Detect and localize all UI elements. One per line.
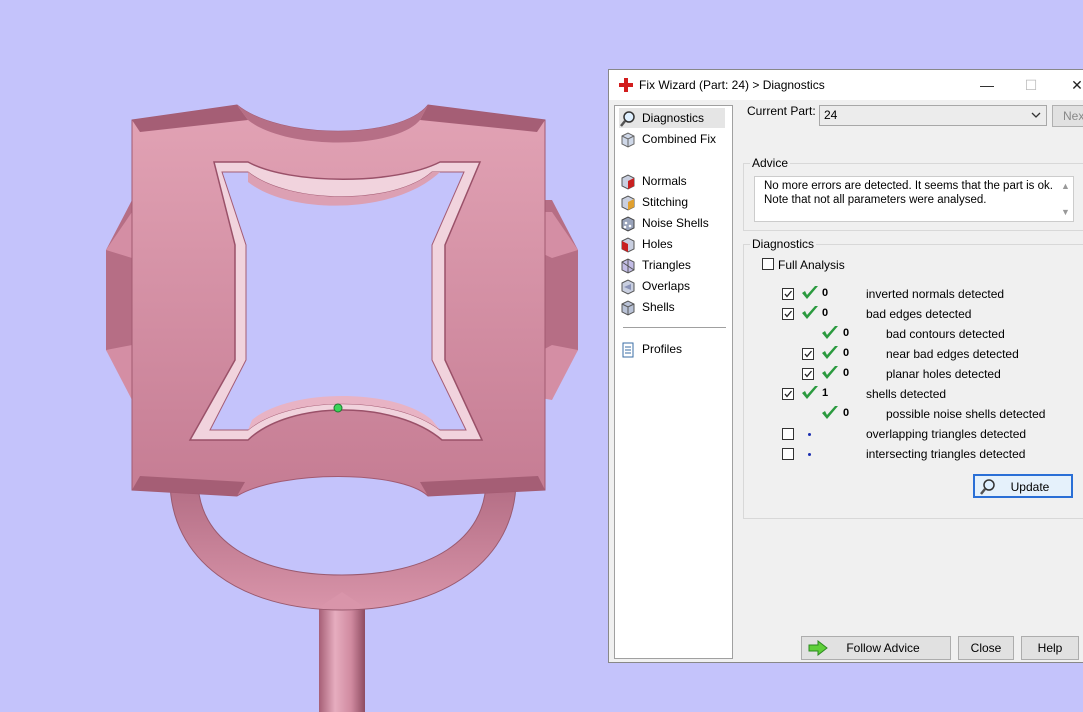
shells-checkbox[interactable] [782, 388, 794, 400]
close-window-button[interactable]: ✕ [1067, 75, 1083, 95]
next-button[interactable]: Next [1052, 105, 1083, 127]
nav-label-combined-fix: Combined Fix [642, 132, 717, 146]
title-bar[interactable]: Fix Wizard (Part: 24) > Diagnostics — ☐ … [609, 70, 1083, 100]
fix-wizard-dialog: Fix Wizard (Part: 24) > Diagnostics — ☐ … [608, 69, 1083, 663]
green-check-icon [822, 326, 838, 339]
advice-title: Advice [750, 156, 791, 170]
normals-cube-icon [621, 174, 635, 190]
scroll-down-icon[interactable]: ▼ [1061, 205, 1070, 219]
nav-label-profiles: Profiles [642, 342, 683, 356]
stitching-cube-icon [621, 195, 635, 211]
planar-holes-count: 0 [843, 367, 850, 379]
green-check-icon [822, 366, 838, 379]
advice-scrollbar[interactable]: ▲ ▼ [1057, 177, 1073, 221]
nav-label-holes: Holes [642, 237, 673, 251]
advice-text-box: No more errors are detected. It seems th… [754, 176, 1074, 222]
intersecting-triangles-label: intersecting triangles detected [866, 447, 1026, 461]
nav-label-diagnostics: Diagnostics [642, 111, 705, 125]
nav-item-overlaps[interactable]: Overlaps [619, 276, 690, 296]
bad-edges-label: bad edges detected [866, 307, 972, 321]
green-check-icon [802, 286, 818, 299]
nav-label-stitching: Stitching [642, 195, 689, 209]
close-button[interactable]: Close [958, 636, 1014, 660]
near-bad-edges-count: 0 [843, 347, 850, 359]
bad-edges-checkbox[interactable] [782, 308, 794, 320]
bad-contours-count: 0 [843, 327, 850, 339]
magnifier-icon [620, 111, 635, 127]
green-check-icon [802, 386, 818, 399]
current-part-label: Current Part: [747, 104, 816, 118]
near-bad-edges-label: near bad edges detected [886, 347, 1019, 361]
green-check-icon [802, 306, 818, 319]
red-cross-icon [619, 78, 633, 92]
green-arrow-icon [808, 640, 828, 656]
cube-icon [621, 132, 635, 148]
nav-label-overlaps: Overlaps [642, 279, 691, 293]
nav-item-stitching[interactable]: Stitching [619, 192, 688, 212]
nav-item-triangles[interactable]: Triangles [619, 255, 691, 275]
planar-holes-label: planar holes detected [886, 367, 1001, 381]
nav-item-diagnostics[interactable]: Diagnostics [619, 108, 725, 128]
minimize-button[interactable]: — [977, 75, 997, 95]
pink-part-model[interactable] [106, 104, 578, 712]
triangles-cube-icon [621, 258, 635, 274]
full-analysis-checkbox[interactable] [762, 258, 774, 270]
window-title: Fix Wizard (Part: 24) > Diagnostics [639, 78, 825, 92]
wizard-nav-panel: Diagnostics Combined Fix Normals Stitchi… [614, 105, 733, 659]
nav-label-shells: Shells [642, 300, 675, 314]
nav-item-shells[interactable]: Shells [619, 297, 675, 317]
noise-shells-label: possible noise shells detected [886, 407, 1046, 421]
nav-label-normals: Normals [642, 174, 687, 188]
chevron-down-icon [1031, 112, 1041, 118]
inverted-normals-checkbox[interactable] [782, 288, 794, 300]
advice-text-line-1: No more errors are detected. It seems th… [764, 180, 1053, 192]
shells-count: 1 [822, 387, 829, 399]
nav-item-noise-shells[interactable]: Noise Shells [619, 213, 709, 233]
magnifier-icon [980, 479, 995, 495]
noise-shells-count: 0 [843, 407, 850, 419]
current-part-dropdown[interactable]: 24 [819, 105, 1047, 126]
inverted-normals-label: inverted normals detected [866, 287, 1005, 301]
pending-dot-icon [808, 433, 811, 436]
diagnostics-title: Diagnostics [750, 237, 817, 251]
intersecting-triangles-checkbox[interactable] [782, 448, 794, 460]
update-button[interactable]: Update [973, 474, 1073, 498]
nav-item-normals[interactable]: Normals [619, 171, 687, 191]
bad-edges-count: 0 [822, 307, 829, 319]
near-bad-edges-checkbox[interactable] [802, 348, 814, 360]
follow-advice-button[interactable]: Follow Advice [801, 636, 951, 660]
noise-shells-icon [621, 216, 635, 232]
nav-label-triangles: Triangles [642, 258, 691, 272]
planar-holes-checkbox[interactable] [802, 368, 814, 380]
pending-dot-icon [808, 453, 811, 456]
bad-contours-label: bad contours detected [886, 327, 1005, 341]
full-analysis-label: Full Analysis [778, 258, 845, 272]
nav-separator [623, 327, 726, 328]
overlapping-triangles-checkbox[interactable] [782, 428, 794, 440]
nav-item-profiles[interactable]: Profiles [619, 339, 682, 359]
overlaps-cube-icon [621, 279, 635, 295]
maximize-button[interactable]: ☐ [1021, 75, 1041, 95]
shells-cube-icon [621, 300, 635, 316]
green-check-icon [822, 406, 838, 419]
help-button[interactable]: Help [1021, 636, 1079, 660]
document-icon [622, 342, 634, 358]
inverted-normals-count: 0 [822, 287, 829, 299]
green-check-icon [822, 346, 838, 359]
shells-label: shells detected [866, 387, 947, 401]
current-part-value: 24 [824, 108, 838, 122]
nav-label-noise-shells: Noise Shells [642, 216, 709, 230]
scroll-up-icon[interactable]: ▲ [1061, 179, 1070, 193]
overlapping-triangles-label: overlapping triangles detected [866, 427, 1027, 441]
nav-item-combined-fix[interactable]: Combined Fix [619, 129, 716, 149]
follow-advice-label: Follow Advice [846, 641, 920, 655]
nav-item-holes[interactable]: Holes [619, 234, 673, 254]
advice-text-line-2: Note that not all parameters were analys… [764, 194, 987, 206]
update-label: Update [1010, 480, 1050, 494]
holes-cube-icon [621, 237, 635, 253]
